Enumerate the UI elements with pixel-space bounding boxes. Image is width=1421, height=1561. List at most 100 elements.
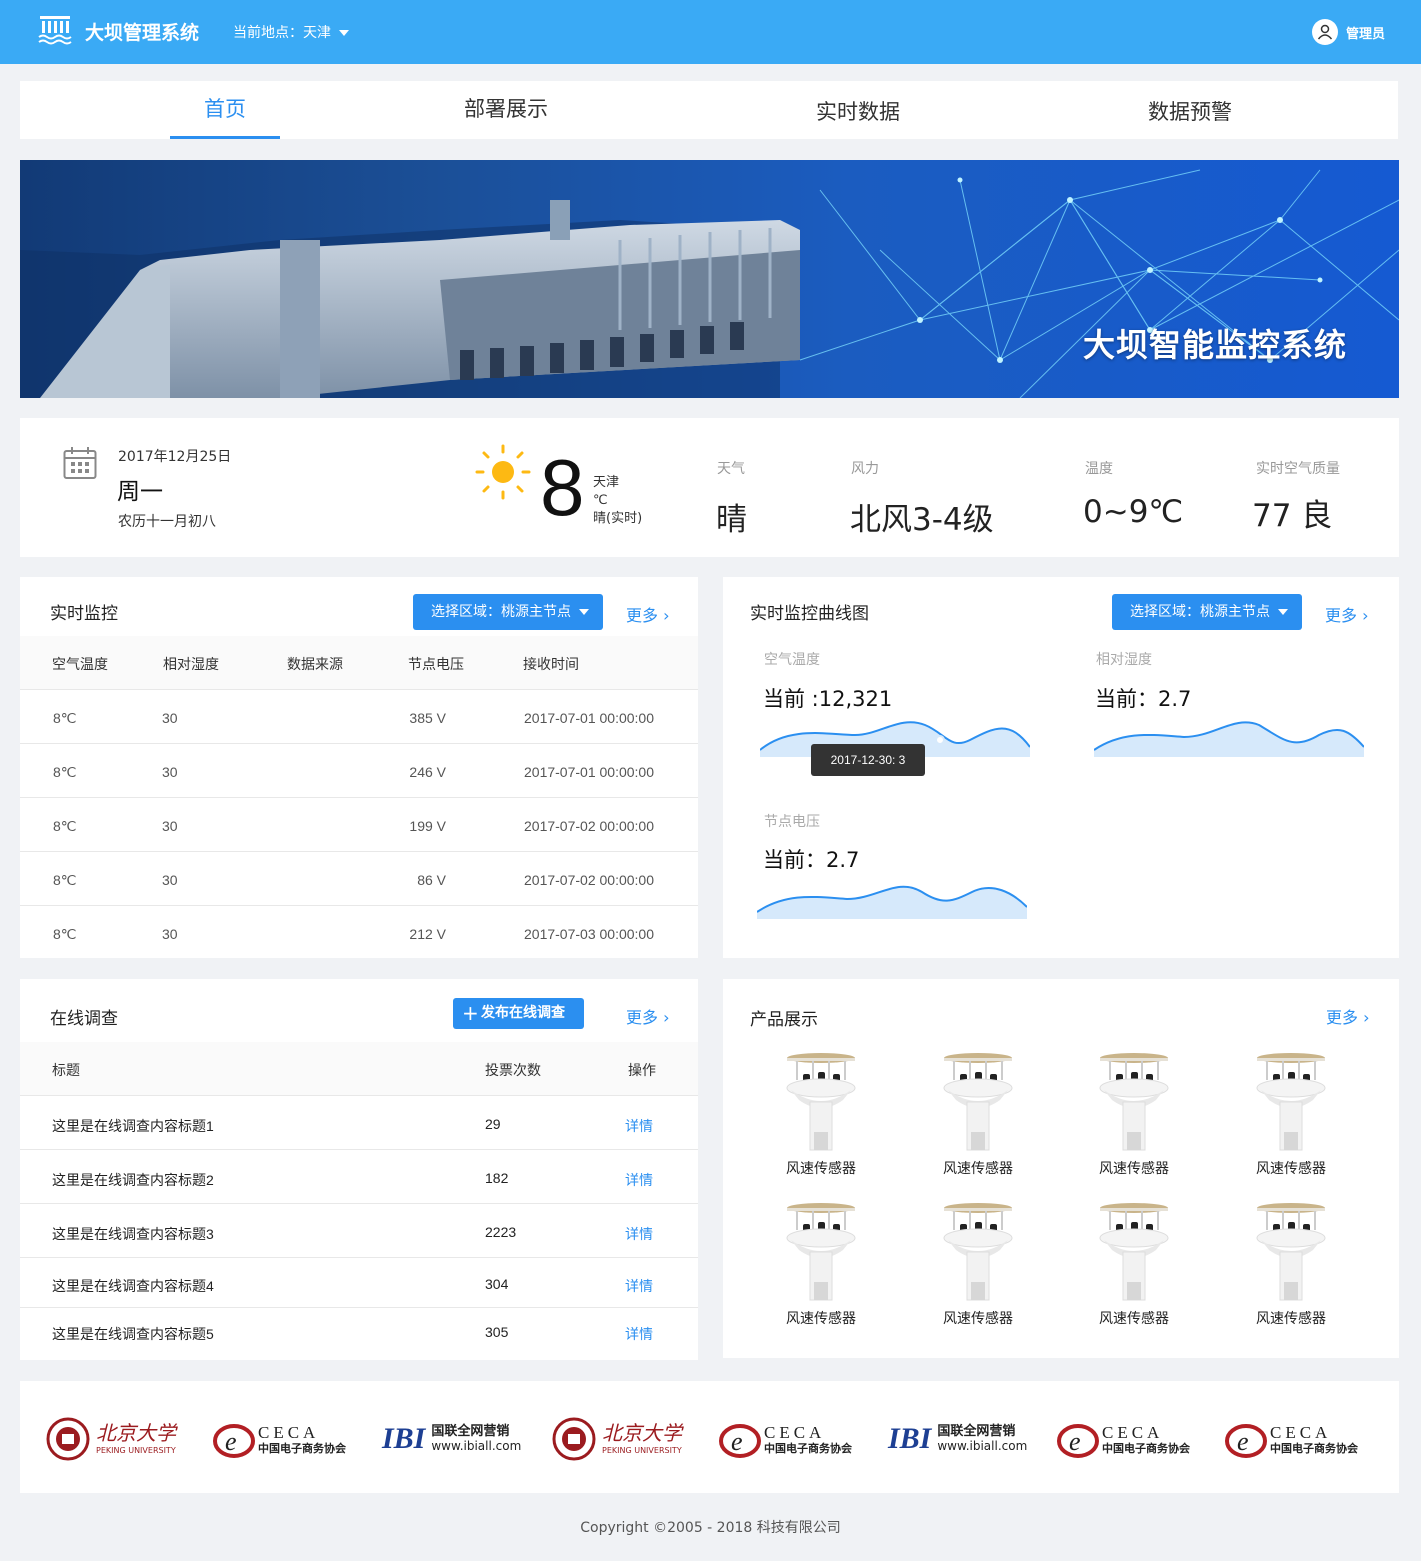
voltage-sparkline[interactable] [757,877,1027,919]
location-selector[interactable]: 当前地点：天津 [233,22,349,42]
chevron-right-icon: › [663,606,670,625]
hero-banner: 大坝智能监控系统 [20,160,1399,398]
cell-voltage: 199 V [409,818,446,834]
user-menu[interactable]: 管理员 [1311,19,1385,45]
app-title: 大坝管理系统 [85,22,200,44]
region-select[interactable]: 选择区域：桃源主节点 [413,594,603,630]
cell-temp: 8℃ [53,710,77,726]
partner-logo-pku[interactable]: 北京大学 PEKING UNIVERSITY [46,1417,176,1461]
humidity-label: 相对湿度 [1096,652,1152,668]
publish-survey-label: 发布在线调查 [481,1005,565,1021]
humidity-sparkline[interactable] [1094,715,1364,757]
table-row[interactable]: 这里是在线调查内容标题5 305 详情 [20,1308,698,1360]
partner-name: 国联全网营销 [431,1424,510,1440]
partner-subtitle: www.ibiall.com [431,1438,522,1453]
partner-logo-ceca[interactable]: e CECA 中国电子商务协会 [1224,1417,1358,1461]
cell-humidity: 30 [162,764,178,780]
top-header: 大坝管理系统 当前地点：天津 管理员 [0,0,1421,64]
region-select[interactable]: 选择区域：桃源主节点 [1112,594,1302,630]
current-weekday: 周一 [117,479,163,505]
product-card[interactable]: 风速传感器 [1074,1050,1194,1178]
survey-title: 这里是在线调查内容标题5 [52,1326,214,1342]
partner-subtitle: 中国电子商务协会 [1270,1442,1358,1455]
region-select-label: 选择区域：桃源主节点 [1130,604,1270,620]
partner-logo-ceca[interactable]: e CECA 中国电子商务协会 [718,1417,852,1461]
product-card[interactable]: 风速传感器 [1231,1050,1351,1178]
product-name: 风速传感器 [786,1311,856,1327]
dam-logo-icon [38,16,72,45]
wind-sensor-image [786,1203,856,1301]
cell-humidity: 30 [162,818,178,834]
tab-realtime-data[interactable]: 实时数据 [803,84,913,142]
detail-link[interactable]: 详情 [625,1324,653,1344]
product-card[interactable]: 风速传感器 [761,1050,881,1178]
tab-data-alert[interactable]: 数据预警 [1135,84,1245,142]
chevron-down-icon [339,30,349,36]
ceca-logo-icon: e [719,1424,761,1458]
ibi-logo-icon: IBI [888,1422,932,1455]
ceca-logo-icon: e [1057,1424,1099,1458]
table-row[interactable]: 这里是在线调查内容标题1 29 详情 [20,1096,698,1150]
more-link[interactable]: 更多 › [626,1004,670,1028]
chevron-down-icon [579,609,589,615]
current-date: 2017年12月25日 [118,449,232,465]
svg-text:e: e [1069,1427,1081,1456]
product-name: 风速传感器 [943,1311,1013,1327]
more-link[interactable]: 更多 › [1326,1004,1370,1028]
product-card[interactable]: 风速传感器 [761,1200,881,1328]
partner-logo-ibi[interactable]: IBI 国联全网营销 www.ibiall.com [382,1417,521,1461]
table-row[interactable]: 8℃ 30 86 V 2017-07-02 00:00:00 [20,852,698,906]
more-link[interactable]: 更多 › [626,602,670,626]
cell-time: 2017-07-02 00:00:00 [524,872,654,888]
tab-deployment[interactable]: 部署展示 [451,81,561,139]
product-name: 风速传感器 [943,1161,1013,1177]
table-row[interactable]: 8℃ 30 212 V 2017-07-03 00:00:00 [20,906,698,960]
partner-logo-ibi[interactable]: IBI 国联全网营销 www.ibiall.com [888,1417,1027,1461]
partner-name: 国联全网营销 [937,1424,1016,1440]
wind-label: 风力 [851,461,879,477]
product-card[interactable]: 风速传感器 [918,1050,1038,1178]
detail-link[interactable]: 详情 [625,1224,653,1244]
product-card[interactable]: 风速传感器 [918,1200,1038,1328]
table-row[interactable]: 8℃ 30 385 V 2017-07-01 00:00:00 [20,690,698,744]
table-row[interactable]: 这里是在线调查内容标题4 304 详情 [20,1256,698,1308]
table-header: 标题 投票次数 操作 [20,1042,698,1096]
detail-link[interactable]: 详情 [625,1170,653,1190]
main-nav: 首页 部署展示 实时数据 数据预警 [20,81,1398,139]
user-avatar-icon [1311,19,1338,45]
table-row[interactable]: 8℃ 30 199 V 2017-07-02 00:00:00 [20,798,698,852]
panel-title: 实时监控 [50,604,118,624]
current-temperature: 8 [540,443,585,532]
partner-logo-ceca[interactable]: e CECA 中国电子商务协会 [212,1417,346,1461]
weather-condition: 晴(实时) [593,511,643,526]
region-select-label: 选择区域：桃源主节点 [431,604,571,620]
product-card[interactable]: 风速传感器 [1074,1200,1194,1328]
detail-link[interactable]: 详情 [625,1276,653,1296]
cell-time: 2017-07-01 00:00:00 [524,764,654,780]
table-row[interactable]: 这里是在线调查内容标题2 182 详情 [20,1150,698,1204]
weather-label: 天气 [717,461,745,477]
partner-logo-pku[interactable]: 北京大学 PEKING UNIVERSITY [552,1417,682,1461]
tab-home[interactable]: 首页 [170,81,280,139]
pku-seal-icon [552,1417,596,1461]
product-card[interactable]: 风速传感器 [1231,1200,1351,1328]
chevron-right-icon: › [1363,1008,1370,1027]
plus-icon: + [462,1001,479,1025]
partner-name: CECA [258,1423,320,1442]
date-weather-bar: 2017年12月25日 周一 农历十一月初八 8 天津 ℃ 晴(实时) 天气 晴… [20,418,1399,557]
temp-range-value: 0~9℃ [1083,494,1184,530]
more-link[interactable]: 更多 › [1325,602,1369,626]
table-row[interactable]: 这里是在线调查内容标题3 2223 详情 [20,1204,698,1258]
svg-text:e: e [225,1427,237,1456]
chart-tooltip: 2017-12-30: 3 [811,744,925,776]
pku-seal-icon [46,1417,90,1461]
cell-temp: 8℃ [53,764,77,780]
survey-votes: 305 [485,1324,509,1340]
publish-survey-button[interactable]: + 发布在线调查 [453,998,584,1029]
detail-link[interactable]: 详情 [625,1116,653,1136]
weather-city: 天津 [593,475,620,490]
wind-sensor-image [1256,1203,1326,1301]
table-row[interactable]: 8℃ 30 246 V 2017-07-01 00:00:00 [20,744,698,798]
partner-logo-ceca[interactable]: e CECA 中国电子商务协会 [1056,1417,1190,1461]
cell-humidity: 30 [162,710,178,726]
